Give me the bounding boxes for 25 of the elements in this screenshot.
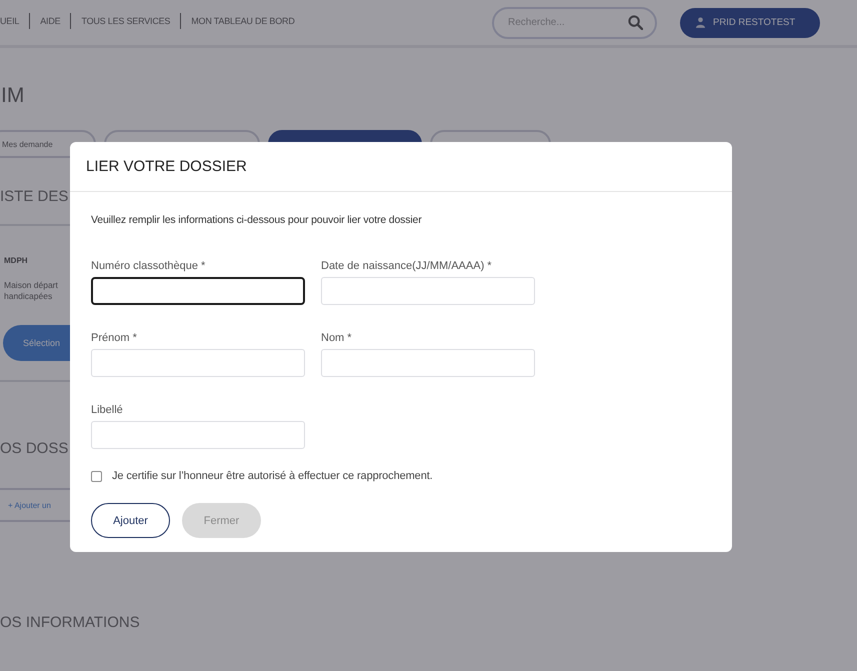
nav-link[interactable]: TOUS LES SERVICES [81,16,170,26]
field-label: Numéro classothèque * [91,259,206,273]
section-heading: ISTE DES [0,188,68,206]
field-label: Nom * [321,331,352,345]
field-label: Prénom * [91,331,137,345]
close-button[interactable]: Fermer [182,503,261,538]
field-label: Date de naissance(JJ/MM/AAAA) * [321,259,492,273]
nav-link[interactable]: UEIL [0,16,20,26]
person-icon [696,17,705,28]
checkbox-label: Je certifie sur l’honneur être autorisé à effectuer ce rapprochement. [112,470,433,482]
submit-button[interactable]: Ajouter [91,503,170,538]
card-description: Maison départ handicapées [4,280,58,302]
nav-link[interactable]: MON TABLEAU DE BORD [191,16,295,26]
user-button[interactable]: PRID RESTOTEST [680,8,820,38]
section-heading: OS DOSS [0,440,68,458]
intro-text: Veuillez remplir les informations ci-dessous pour pouvoir lier votre dossier [91,213,422,227]
modal-title: LIER VOTRE DOSSIER [86,158,247,175]
card-title: MDPH [4,256,28,266]
page-title: IM [1,84,24,108]
text-field[interactable] [91,277,305,305]
search-icon[interactable] [628,14,643,30]
section-heading: OS INFORMATIONS [0,614,140,632]
nav-link[interactable]: AIDE [40,16,60,26]
checkbox[interactable] [91,470,102,482]
field-label: Libellé [91,403,123,417]
